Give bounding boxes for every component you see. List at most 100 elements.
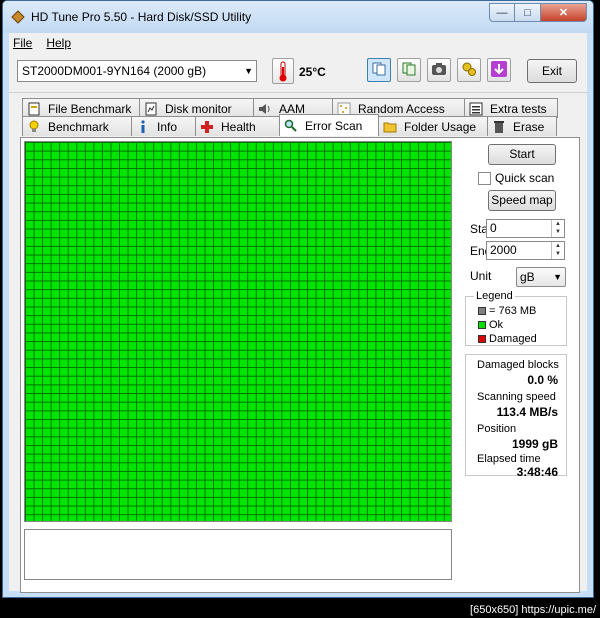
window-controls: — □ ✕ <box>489 3 587 22</box>
end-field[interactable]: 2000 ▲ ▼ <box>486 241 565 260</box>
end-field-value: 2000 <box>490 243 517 257</box>
client-area: File Help ST2000DM001-9YN164 (2000 gB) ▼… <box>9 33 587 593</box>
save-icon <box>490 60 508 81</box>
start-field-value: 0 <box>490 221 497 235</box>
start-scan-button[interactable]: Start <box>488 144 556 165</box>
damaged-blocks-label: Damaged blocks <box>477 359 559 371</box>
position-label: Position <box>477 423 517 435</box>
health-cross-icon <box>200 120 214 134</box>
elapsed-time-label: Elapsed time <box>477 453 541 465</box>
tab-error-scan[interactable]: Error Scan <box>279 114 379 136</box>
minimize-button[interactable]: — <box>489 3 515 22</box>
camera-icon <box>431 61 447 80</box>
copy-text-icon <box>371 61 387 80</box>
legend-swatch <box>478 321 486 329</box>
speaker-icon <box>258 102 272 116</box>
legend-item-label: Damaged <box>489 333 537 345</box>
tab-label: Erase <box>513 119 545 134</box>
folder-icon <box>383 120 397 134</box>
legend-item-label: = 763 MB <box>489 305 537 317</box>
legend-item-ok: Ok <box>478 319 503 331</box>
tab-label: Error Scan <box>305 118 363 133</box>
options-icon <box>461 61 477 80</box>
scan-block-map <box>24 141 452 522</box>
tab-info[interactable]: Info <box>131 116 196 136</box>
legend-item-damaged: Damaged <box>478 333 537 345</box>
tab-file-benchmark[interactable]: File Benchmark <box>22 98 140 118</box>
image-watermark: [650x650] https://upic.me/ <box>470 604 596 616</box>
title-bar[interactable]: HD Tune Pro 5.50 - Hard Disk/SSD Utility… <box>3 1 593 33</box>
info-icon <box>136 119 150 134</box>
legend-swatch <box>478 335 486 343</box>
quick-scan-checkbox[interactable] <box>478 171 491 185</box>
tab-label: File Benchmark <box>48 101 132 116</box>
hd-tune-app-icon <box>11 10 25 24</box>
tab-label: Benchmark <box>48 119 109 134</box>
legend-title: Legend <box>474 290 515 302</box>
menu-file-label: File <box>13 36 33 50</box>
menu-help-label: Help <box>46 36 72 50</box>
close-button[interactable]: ✕ <box>541 3 587 22</box>
menu-help[interactable]: Help <box>46 36 71 50</box>
scan-controls: Start Quick scan Speed map Start 0 ▲ ▼ En… <box>461 138 573 592</box>
copy-text-button[interactable] <box>367 58 391 82</box>
minimize-icon: — <box>496 6 508 19</box>
damaged-blocks-value: 0.0 % <box>527 373 558 387</box>
drive-select-value: ST2000DM001-9YN164 (2000 gB) <box>22 64 207 78</box>
tab-strip: File Benchmark Disk monitor AAM Random A… <box>9 95 587 137</box>
speed-map-button[interactable]: Speed map <box>488 190 556 211</box>
tab-row-2: Benchmark Info Health Error Scan Folder … <box>22 114 557 136</box>
tab-benchmark[interactable]: Benchmark <box>22 116 132 136</box>
window-title: HD Tune Pro 5.50 - Hard Disk/SSD Utility <box>31 10 252 24</box>
menu-bar: File Help <box>9 33 587 53</box>
quick-scan-option[interactable]: Quick scan <box>478 171 554 185</box>
screenshot-button[interactable] <box>427 58 451 82</box>
exit-button[interactable]: Exit <box>527 59 577 83</box>
tab-folder-usage[interactable]: Folder Usage <box>378 116 488 136</box>
tab-label: Folder Usage <box>404 119 477 134</box>
menu-file[interactable]: File <box>13 36 32 50</box>
tab-label: Info <box>157 119 178 134</box>
legend-item-label: Ok <box>489 319 504 331</box>
drive-select[interactable]: ST2000DM001-9YN164 (2000 gB) ▼ <box>17 60 257 82</box>
unit-select[interactable]: gB ▼ <box>516 267 566 287</box>
error-scan-panel: Start Quick scan Speed map Start 0 ▲ ▼ En… <box>20 137 580 593</box>
scan-statistics: Damaged blocks 0.0 % Scanning speed 113.… <box>465 354 567 479</box>
spinner-arrows-icon[interactable]: ▲ ▼ <box>551 220 564 237</box>
unit-select-value: gB <box>520 270 535 284</box>
app-window: HD Tune Pro 5.50 - Hard Disk/SSD Utility… <box>2 0 594 598</box>
magnifier-icon <box>284 119 298 133</box>
tab-disk-monitor[interactable]: Disk monitor <box>139 98 254 118</box>
tab-health[interactable]: Health <box>195 116 280 136</box>
start-field[interactable]: 0 ▲ ▼ <box>486 219 565 238</box>
position-value: 1999 gB <box>511 437 558 451</box>
tab-extra-tests[interactable]: Extra tests <box>464 98 558 118</box>
tab-label: Disk monitor <box>165 101 232 116</box>
scanning-speed-label: Scanning speed <box>477 391 556 403</box>
extra-tests-icon <box>469 102 483 116</box>
close-icon: ✕ <box>558 7 569 19</box>
spinner-arrows-icon[interactable]: ▲ ▼ <box>551 242 564 259</box>
save-button[interactable] <box>487 58 511 82</box>
scan-log[interactable] <box>24 529 452 580</box>
tab-erase[interactable]: Erase <box>487 116 557 136</box>
options-button[interactable] <box>457 58 481 82</box>
legend-swatch <box>478 307 486 315</box>
copy-screenshot-button[interactable] <box>397 58 421 82</box>
trash-icon <box>492 120 506 134</box>
temperature-readout: 25°C <box>299 65 326 79</box>
chevron-down-icon: ▼ <box>244 66 253 76</box>
bulb-icon <box>27 120 41 134</box>
chevron-down-icon: ▼ <box>553 272 562 282</box>
tab-label: Extra tests <box>490 101 547 116</box>
elapsed-time-value: 3:48:46 <box>516 465 558 479</box>
legend-item-block-size: = 763 MB <box>478 305 536 317</box>
file-benchmark-icon <box>27 102 41 116</box>
disk-monitor-icon <box>144 102 158 116</box>
legend: Legend = 763 MB Ok Damaged <box>465 290 567 346</box>
maximize-icon: □ <box>524 6 531 19</box>
toolbar: ST2000DM001-9YN164 (2000 gB) ▼ 25°C Exit <box>9 53 587 93</box>
quick-scan-label: Quick scan <box>495 171 555 185</box>
copy-screenshot-icon <box>401 61 417 80</box>
maximize-button[interactable]: □ <box>515 3 541 22</box>
